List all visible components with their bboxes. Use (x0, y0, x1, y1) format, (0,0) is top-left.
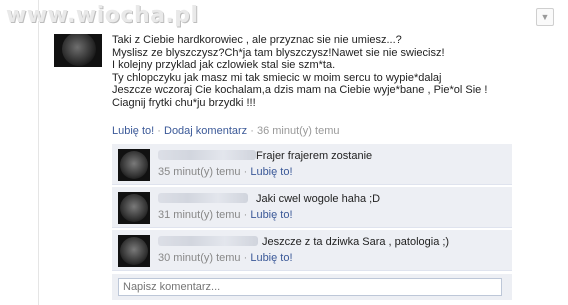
add-comment-link[interactable]: Dodaj komentarz (164, 125, 247, 137)
post-line: Ty chlopczyku jak masz mi tak smiecic w … (112, 71, 442, 84)
commenter-name-blurred[interactable] (158, 150, 256, 160)
comment-item: Jeszcze z ta dziwka Sara , patologia ;) … (112, 230, 512, 271)
separator-dot: · (157, 125, 161, 137)
comment-meta: 31 minut(y) temu · Lubię to! (158, 209, 293, 221)
separator-dot: · (243, 166, 248, 178)
comment-text: Jaki cwel wogole haha ;D (256, 193, 381, 205)
post-body: Taki z Ciebie hardkorowiec , ale przyzna… (112, 34, 532, 109)
commenter-name-blurred[interactable] (158, 193, 248, 203)
commenter-avatar[interactable] (118, 235, 150, 267)
comment-like-link[interactable]: Lubię to! (250, 252, 292, 264)
post-line: Taki z Ciebie hardkorowiec , ale przyzna… (112, 34, 402, 46)
post-timestamp[interactable]: 36 minut(y) temu (257, 125, 340, 137)
comment-text: Frajer frajerem zostanie (256, 150, 373, 162)
post-line: I kolejny przyklad jak czlowiek stal sie… (112, 59, 336, 71)
commenter-name-blurred[interactable] (158, 236, 258, 246)
comment-like-link[interactable]: Lubię to! (250, 209, 292, 221)
comment-item: Frajer frajerem zostanie 35 minut(y) tem… (112, 144, 512, 185)
post-line: Ciagnij frytki chu*ju brzydki !!! (112, 96, 256, 109)
comment-item: Jaki cwel wogole haha ;D 31 minut(y) tem… (112, 187, 512, 228)
separator-dot: · (243, 252, 248, 264)
commenter-avatar[interactable] (118, 149, 150, 181)
comment-list: Frajer frajerem zostanie 35 minut(y) tem… (112, 144, 512, 273)
comment-like-link[interactable]: Lubię to! (250, 166, 292, 178)
comment-input[interactable] (118, 278, 502, 296)
post-line: Jeszcze wczoraj Cie kochalam,a dzis mam … (112, 84, 488, 96)
commenter-avatar[interactable] (118, 192, 150, 224)
post-like-link[interactable]: Lubię to! (112, 125, 154, 137)
comment-meta: 35 minut(y) temu · Lubię to! (158, 166, 293, 178)
comment-text: Jeszcze z ta dziwka Sara , patologia ;) (262, 236, 450, 248)
comment-meta: 30 minut(y) temu · Lubię to! (158, 252, 293, 264)
chevron-down-icon[interactable]: ▼ (536, 8, 554, 26)
comment-timestamp[interactable]: 30 minut(y) temu (158, 252, 241, 264)
comment-timestamp[interactable]: 31 minut(y) temu (158, 209, 241, 221)
post-author-avatar[interactable] (54, 34, 102, 67)
post-actions: Lubię to! · Dodaj komentarz · 36 minut(y… (112, 125, 339, 137)
comment-timestamp[interactable]: 35 minut(y) temu (158, 166, 241, 178)
comment-composer (112, 274, 512, 300)
left-frame-border (38, 0, 39, 305)
site-watermark: www.wiocha.pl (6, 3, 199, 28)
separator-dot: · (250, 125, 254, 137)
post-line: Myslisz ze blyszczysz?Ch*ja tam blyszczy… (112, 46, 445, 59)
separator-dot: · (243, 209, 248, 221)
